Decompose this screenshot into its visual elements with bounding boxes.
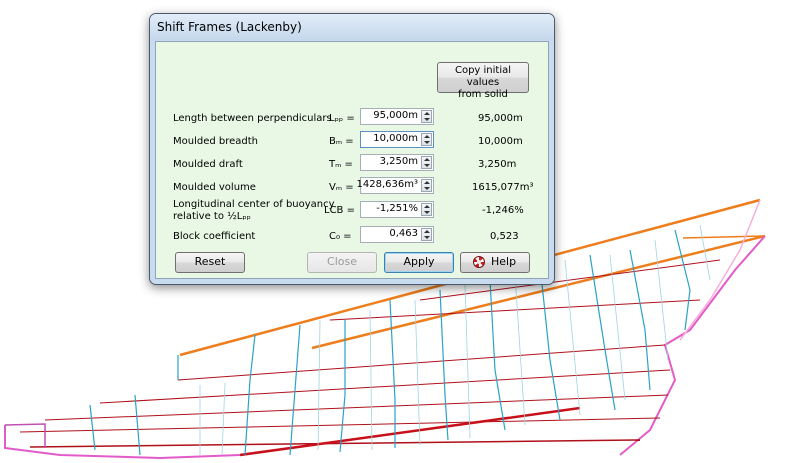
- dialog-client-area: Copy initial values from solid Length be…: [155, 41, 549, 279]
- spin-arrows-icon[interactable]: [421, 179, 432, 192]
- spin-arrows-icon[interactable]: [421, 156, 432, 169]
- moulded-breadth-label: Moulded breadth: [173, 136, 259, 147]
- moulded-volume-result: 1615,077m³: [472, 182, 534, 193]
- lcb-input[interactable]: -1,251%: [360, 201, 434, 218]
- moulded-draft-label: Moulded draft: [173, 159, 243, 170]
- moulded-draft-result: 3,250m: [478, 159, 517, 170]
- shift-frames-dialog: Shift Frames (Lackenby) Copy initial val…: [149, 13, 555, 285]
- frame-line: [389, 299, 396, 448]
- moulded-breadth-result: 10,000m: [478, 136, 523, 147]
- frame-line: [289, 324, 301, 456]
- moulded-volume-input[interactable]: 1428,636m³: [357, 177, 434, 194]
- cb-symbol: C₀ =: [329, 231, 352, 242]
- block-coefficient-result: 0,523: [490, 231, 519, 242]
- frame-line: [674, 229, 691, 331]
- spin-arrows-icon[interactable]: [421, 133, 432, 146]
- moulded-draft-input[interactable]: 3,250m: [360, 154, 434, 171]
- spin-arrows-icon[interactable]: [421, 203, 432, 216]
- length-between-perpendiculars-label: Length between perpendiculars: [173, 113, 332, 124]
- tm-symbol: Tₘ =: [329, 159, 353, 170]
- waterline: [19, 417, 661, 433]
- dialog-title: Shift Frames (Lackenby): [157, 20, 302, 34]
- lcb-result: -1,246%: [482, 205, 524, 216]
- lpp-symbol: Lₚₚ =: [329, 113, 355, 124]
- stem-line: [619, 235, 766, 456]
- lpp-input[interactable]: 95,000m: [360, 108, 434, 125]
- copy-initial-values-button[interactable]: Copy initial values from solid: [437, 62, 529, 100]
- close-button[interactable]: Close: [307, 252, 377, 273]
- frame-line: [439, 289, 449, 441]
- lcb-label: Longitudinal center of buoyancy relative…: [173, 199, 335, 222]
- moulded-volume-label: Moulded volume: [173, 182, 256, 193]
- frame-line: [589, 254, 616, 411]
- spin-arrows-icon[interactable]: [421, 228, 432, 241]
- frame-line: [89, 404, 96, 451]
- bm-symbol: Bₘ =: [329, 136, 354, 147]
- dialog-titlebar[interactable]: Shift Frames (Lackenby): [150, 14, 554, 40]
- lifebuoy-help-icon: [473, 256, 485, 268]
- lpp-result: 95,000m: [478, 113, 523, 124]
- lcb-symbol: LCB =: [324, 205, 355, 216]
- block-coefficient-label: Block coefficient: [173, 231, 256, 242]
- apply-button[interactable]: Apply: [384, 252, 454, 273]
- help-button[interactable]: Help: [460, 252, 530, 273]
- reset-button[interactable]: Reset: [175, 252, 245, 273]
- spin-arrows-icon[interactable]: [421, 110, 432, 123]
- vm-symbol: Vₘ =: [329, 182, 354, 193]
- block-coefficient-input[interactable]: 0,463: [360, 226, 434, 243]
- moulded-breadth-input[interactable]: 10,000m: [360, 131, 434, 148]
